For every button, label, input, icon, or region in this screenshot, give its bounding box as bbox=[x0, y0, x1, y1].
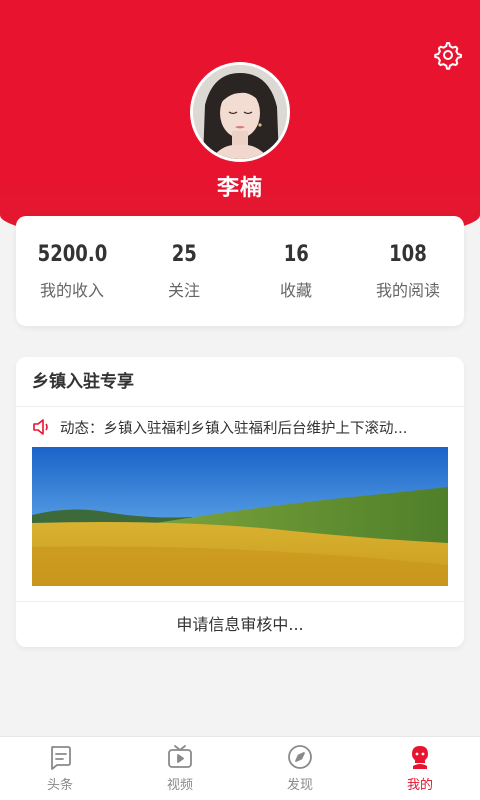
news-ticker[interactable]: 动态：乡镇入驻福利乡镇入驻福利后台维护上下滚动... bbox=[16, 407, 464, 447]
tab-label: 头条 bbox=[46, 778, 73, 793]
stats-card: 5200.0 我的收入 25 关注 16 收藏 108 我的阅读 bbox=[16, 216, 464, 326]
exclusive-title: 乡镇入驻专享 bbox=[16, 357, 464, 407]
gear-icon[interactable] bbox=[432, 40, 462, 70]
tab-video[interactable]: 视频 bbox=[120, 737, 240, 800]
tab-label: 我的 bbox=[406, 778, 433, 793]
tab-label: 发现 bbox=[286, 778, 313, 793]
avatar[interactable] bbox=[190, 62, 290, 162]
stat-value: 5200.0 bbox=[37, 241, 107, 267]
stat-value: 108 bbox=[389, 241, 427, 267]
stat-label: 关注 bbox=[167, 280, 200, 300]
avatar-photo bbox=[193, 65, 287, 159]
tab-headline[interactable]: 头条 bbox=[0, 737, 120, 800]
tab-label: 视频 bbox=[166, 778, 193, 793]
headline-icon bbox=[51, 746, 71, 770]
tab-discover[interactable]: 发现 bbox=[240, 737, 360, 800]
stat-follow[interactable]: 25 关注 bbox=[128, 242, 240, 301]
stat-label: 我的收入 bbox=[39, 280, 104, 300]
news-text: 动态：乡镇入驻福利乡镇入驻福利后台维护上下滚动... bbox=[60, 420, 408, 437]
username: 李楠 bbox=[216, 176, 263, 201]
stat-value: 16 bbox=[283, 241, 309, 267]
stat-favorites[interactable]: 16 收藏 bbox=[240, 242, 352, 301]
stat-income[interactable]: 5200.0 我的收入 bbox=[16, 242, 128, 301]
profile-icon bbox=[412, 746, 428, 769]
stat-label: 我的阅读 bbox=[375, 280, 440, 300]
stat-value: 25 bbox=[171, 241, 197, 267]
exclusive-card: 乡镇入驻专享 动态：乡镇入驻福利乡镇入驻福利后台维护上下滚动... 申请信息审核… bbox=[16, 357, 464, 647]
profile-header: 李楠 bbox=[0, 0, 480, 245]
tv-icon bbox=[168, 745, 192, 768]
stat-label: 收藏 bbox=[279, 280, 312, 300]
banner-image[interactable] bbox=[32, 447, 448, 586]
stat-reading[interactable]: 108 我的阅读 bbox=[352, 242, 464, 301]
compass-icon bbox=[288, 745, 312, 769]
bottom-tab-bar: 头条 视频 发现 我的 bbox=[0, 736, 480, 800]
application-status[interactable]: 申请信息审核中... bbox=[16, 601, 464, 647]
speaker-icon bbox=[33, 419, 48, 435]
tab-mine[interactable]: 我的 bbox=[360, 737, 480, 800]
